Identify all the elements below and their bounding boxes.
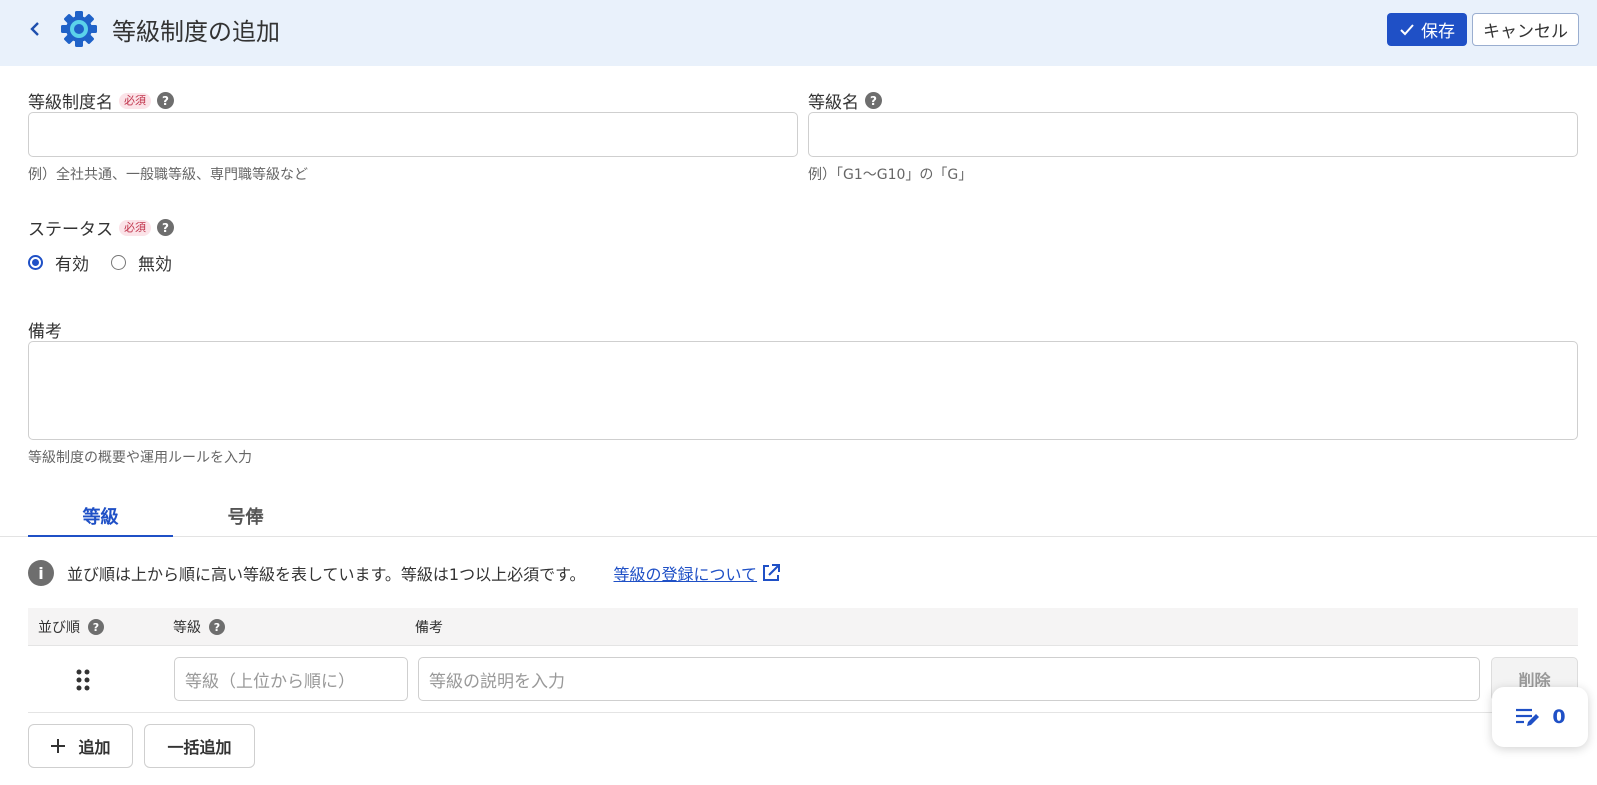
system-name-input[interactable]	[28, 112, 798, 157]
status-label: ステータス	[28, 220, 113, 240]
required-badge: 必須	[119, 219, 151, 236]
status-label-row: ステータス 必須 ?	[28, 215, 174, 240]
status-option-inactive-label[interactable]: 無効	[138, 250, 172, 275]
info-message: i 並び順は上から順に高い等級を表しています。等級は1つ以上必須です。 等級の登…	[28, 560, 782, 586]
remarks-textarea[interactable]	[28, 341, 1578, 440]
remarks-hint: 等級制度の概要や運用ルールを入力	[28, 450, 252, 466]
help-icon[interactable]: ?	[157, 92, 174, 109]
plus-icon	[51, 739, 66, 753]
add-button-label: 追加	[78, 738, 111, 757]
notes-counter: 0	[1552, 706, 1566, 728]
column-grade-label: 等級	[173, 620, 201, 636]
grade-input[interactable]: 等級（上位から順に）	[174, 657, 408, 701]
help-icon[interactable]: ?	[157, 219, 174, 236]
add-button[interactable]: 追加	[28, 724, 133, 768]
grade-note-input[interactable]: 等級の説明を入力	[418, 657, 1480, 701]
page-title: 等級制度の追加	[112, 18, 280, 46]
chevron-left-icon	[30, 22, 39, 36]
column-order-label: 並び順	[38, 620, 80, 636]
notes-counter-button[interactable]: 0	[1492, 687, 1588, 747]
remarks-label-row: 備考	[28, 317, 62, 342]
grade-name-label: 等級名	[808, 93, 859, 113]
info-text: 並び順は上から順に高い等級を表しています。等級は1つ以上必須です。	[67, 565, 586, 584]
help-icon[interactable]: ?	[865, 92, 882, 109]
grade-name-label-row: 等級名 ?	[808, 88, 882, 113]
help-icon[interactable]: ?	[209, 619, 225, 635]
bulk-add-button[interactable]: 一括追加	[144, 724, 255, 768]
back-button[interactable]	[24, 16, 46, 42]
drag-handle-icon[interactable]	[74, 668, 92, 692]
save-button[interactable]: 保存	[1387, 13, 1467, 46]
status-radio-active[interactable]	[28, 255, 43, 270]
external-link-icon[interactable]	[760, 562, 782, 584]
edit-list-icon	[1516, 708, 1540, 726]
table-header: 並び順 ? 等級 ? 備考	[28, 608, 1578, 646]
page-header: 等級制度の追加 保存 キャンセル	[0, 0, 1597, 66]
column-order: 並び順 ?	[38, 617, 104, 637]
help-icon[interactable]: ?	[88, 619, 104, 635]
status-option-active-label[interactable]: 有効	[55, 250, 89, 275]
grade-registration-link[interactable]: 等級の登録について	[614, 561, 758, 585]
cancel-button[interactable]: キャンセル	[1472, 13, 1579, 46]
column-remarks-label: 備考	[415, 620, 443, 636]
tab-grade[interactable]: 等級	[28, 503, 173, 537]
gear-icon	[61, 11, 97, 47]
required-badge: 必須	[119, 92, 151, 109]
system-name-hint: 例）全社共通、一般職等級、専門職等級など	[28, 167, 308, 183]
column-grade: 等級 ?	[173, 617, 225, 637]
remarks-label: 備考	[28, 322, 62, 342]
check-icon	[1400, 23, 1414, 35]
status-radio-group: 有効 無効	[28, 250, 172, 275]
system-name-label-row: 等級制度名 必須 ?	[28, 88, 174, 113]
grade-name-input[interactable]	[808, 112, 1578, 157]
column-remarks: 備考	[415, 617, 443, 637]
grade-name-hint: 例）「G1～G10」の「G」	[808, 167, 973, 183]
status-radio-inactive[interactable]	[111, 255, 126, 270]
tab-salary-step[interactable]: 号俸	[173, 503, 318, 537]
info-icon: i	[28, 560, 54, 586]
system-name-label: 等級制度名	[28, 93, 113, 113]
row-divider	[28, 712, 1578, 713]
save-button-label: 保存	[1421, 22, 1455, 42]
